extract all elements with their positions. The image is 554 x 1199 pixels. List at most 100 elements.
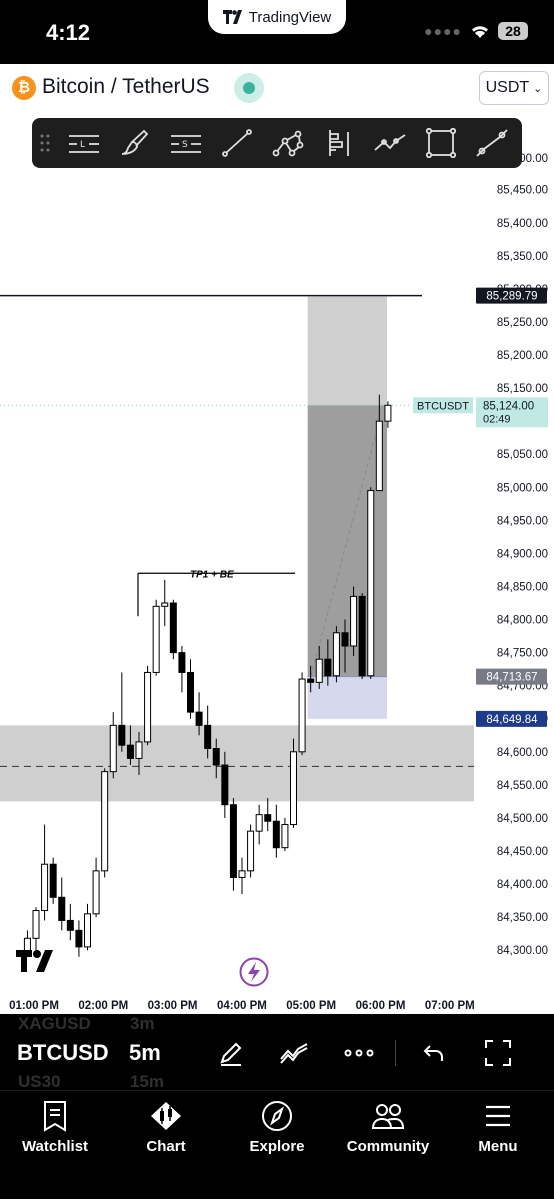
candle-down [75,929,83,948]
toolbar-divider [395,1040,396,1066]
pattern-icon[interactable] [262,118,313,168]
candle-down [58,896,66,921]
price-axis-label: 84,800.00 [497,615,548,627]
candle-up [101,771,109,872]
price-axis-label: 85,050.00 [497,449,548,461]
candle-up [332,632,340,677]
currency-value: USDT [485,79,530,96]
candle-up [375,420,383,492]
demand-zone [0,725,474,802]
candle-up [247,830,255,872]
price-axis-label: 85,400.00 [497,218,548,230]
candle-down [272,820,280,849]
signal-icon: ●●●● [424,23,462,39]
timeframe-selector[interactable]: 5m [129,1040,161,1066]
currency-select[interactable]: USDT ⌄ [479,71,549,105]
status-time: 4:12 [46,20,91,45]
price-axis-label: 84,750.00 [497,648,548,660]
price-axis-label: 84,850.00 [497,581,548,593]
svg-text:L: L [80,140,85,150]
price-axis-label: 84,550.00 [497,780,548,792]
draw-pen-icon[interactable] [214,1036,248,1070]
nav-explore[interactable]: Explore [222,1099,332,1155]
target-zone [307,296,387,406]
price-axis-label: 84,350.00 [497,912,548,924]
nav-label: Chart [146,1138,186,1155]
candlestick-icon [149,1099,183,1133]
horizontal-line-icon[interactable]: L [58,118,109,168]
horizontal-ray-icon[interactable]: S [160,118,211,168]
drag-handle-icon[interactable] [32,118,58,168]
price-axis-label: 84,450.00 [497,846,548,858]
candle-down [66,919,74,931]
price-axis-label: 84,600.00 [497,747,548,759]
market-status-icon[interactable] [234,73,264,103]
indicators-icon[interactable] [277,1036,311,1070]
chart-area[interactable]: TP1 + BE85,450.0085,400.0085,350.0085,30… [0,112,554,1030]
candle-down [212,747,220,766]
price-axis-label: 85,150.00 [497,383,548,395]
nav-chart[interactable]: Chart [111,1099,221,1155]
symbol-title[interactable]: Bitcoin / TetherUS [42,75,210,99]
candle-up [350,595,358,647]
tradingview-watermark-icon [16,950,53,972]
brush-icon[interactable] [109,118,160,168]
candle-down [358,595,366,677]
rectangle-icon[interactable] [415,118,466,168]
time-axis-label: 01:00 PM [9,1000,59,1012]
fullscreen-icon[interactable] [481,1036,515,1070]
chevron-down-icon: ⌄ [533,82,543,95]
drawing-toolbar: L S [32,118,522,168]
candle-down [229,804,237,878]
price-chart[interactable]: TP1 + BE85,450.0085,400.0085,350.0085,30… [0,112,554,1030]
candle-down [264,814,272,822]
ghost-timeframe: 15m [130,1072,165,1091]
candle-up [281,824,289,849]
countdown-label: 02:49 [483,413,511,425]
nav-watchlist[interactable]: Watchlist [0,1099,110,1155]
time-axis-label: 03:00 PM [148,1000,198,1012]
nav-community[interactable]: Community [333,1099,443,1155]
ghost-symbol: XAGUSD [18,1014,91,1033]
candle-down [178,652,186,673]
candle-up [135,741,143,759]
polyline-icon[interactable] [364,118,415,168]
price-axis-label: 85,250.00 [497,317,548,329]
ghost-timeframe: 3m [130,1014,155,1033]
ghost-symbol: US30 [18,1072,61,1091]
candle-up [152,605,160,673]
people-icon [371,1099,405,1133]
tradingview-logo-icon [222,10,242,24]
candle-up [315,658,323,683]
time-axis-label: 05:00 PM [286,1000,336,1012]
candle-up [255,814,263,832]
bottom-nav: Watchlist Chart Explore Community Menu [0,1090,554,1199]
candle-down [307,678,315,683]
lightning-icon[interactable] [238,956,270,988]
battery-icon: 28 [498,22,528,40]
trend-line-icon[interactable] [211,118,262,168]
symbol-selector[interactable]: BTCUSD [17,1040,109,1066]
annotation-label: TP1 + BE [190,569,234,580]
price-axis-label: 85,350.00 [497,251,548,263]
price-tag-label: 84,649.84 [486,714,538,726]
candle-down [324,658,332,677]
candle-up [144,671,152,743]
undo-icon[interactable] [417,1036,451,1070]
nav-menu[interactable]: Menu [443,1099,553,1155]
candle-down [341,632,349,647]
candle-down [187,671,194,713]
candle-down [126,744,134,759]
bookmark-icon [42,1099,68,1133]
measure-icon[interactable] [466,118,517,168]
price-axis-label: 85,450.00 [497,185,548,197]
time-axis-label: 02:00 PM [78,1000,128,1012]
candle-up [161,602,169,607]
app-pill[interactable]: TradingView [208,0,346,34]
fib-retracement-icon[interactable] [313,118,364,168]
candle-up [238,870,246,878]
more-icon[interactable] [342,1036,376,1070]
nav-label: Community [346,1138,430,1155]
candle-up [109,724,117,773]
candle-up [384,404,392,422]
